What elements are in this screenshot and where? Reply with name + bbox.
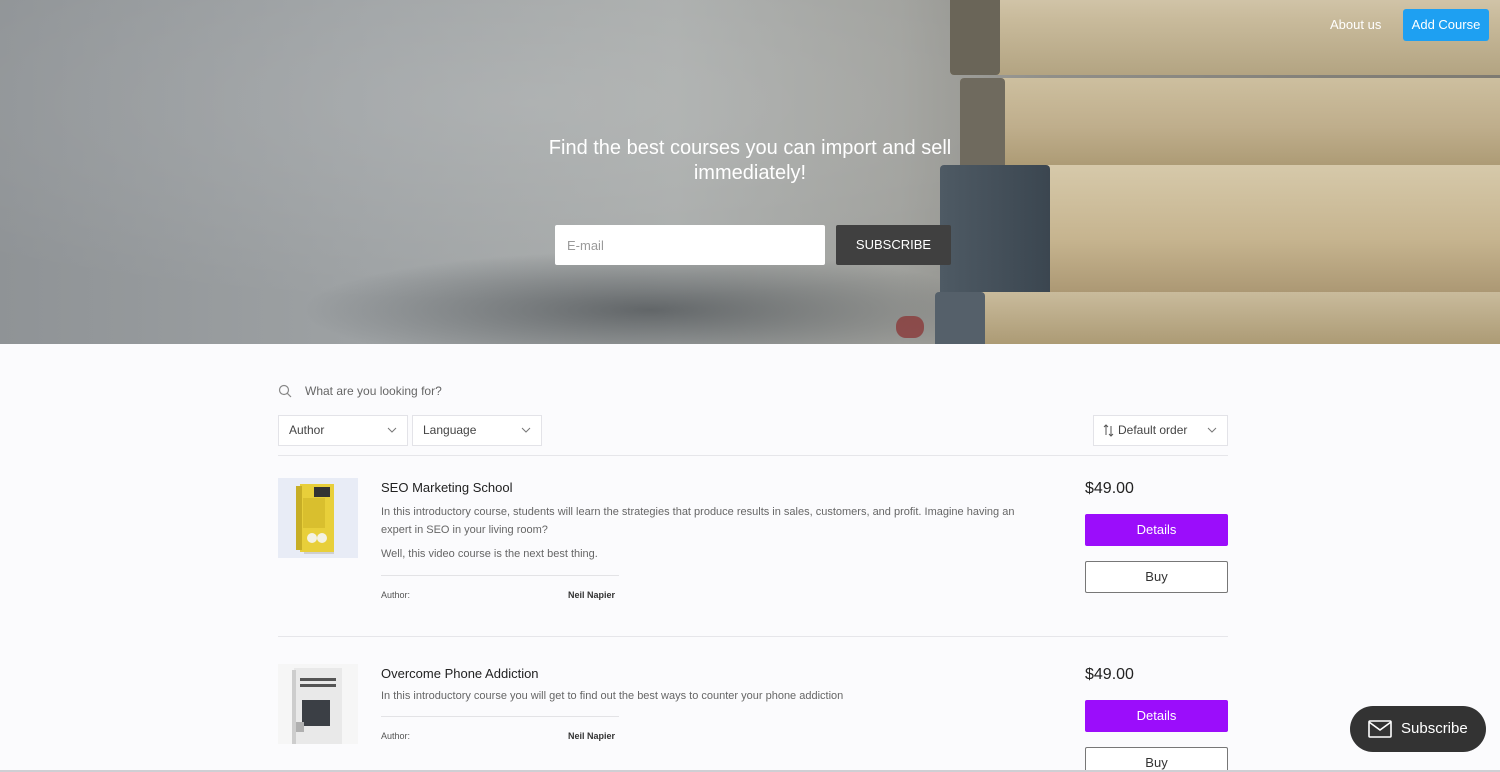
author-label: Author: — [381, 590, 411, 600]
divider — [278, 636, 1228, 637]
course-thumbnail[interactable] — [278, 478, 358, 558]
hero-banner: About us Add Course Find the best course… — [0, 0, 1500, 344]
book-cover-image — [278, 664, 358, 744]
details-button[interactable]: Details — [1085, 514, 1228, 546]
language-filter[interactable]: Language — [412, 415, 542, 446]
book-image — [1040, 165, 1500, 300]
about-us-link[interactable]: About us — [1330, 12, 1381, 38]
course-thumbnail[interactable] — [278, 664, 358, 744]
course-description: In this introductory course, students wi… — [381, 506, 1015, 536]
book-image — [975, 292, 1500, 344]
details-button[interactable]: Details — [1085, 700, 1228, 732]
chevron-down-icon — [387, 427, 397, 433]
divider — [381, 575, 619, 576]
subscribe-button[interactable]: SUBSCRIBE — [836, 225, 951, 265]
course-price: $49.00 — [1085, 666, 1134, 683]
author-name: Neil Napier — [568, 590, 616, 600]
sort-order-label: Default order — [1118, 423, 1188, 437]
author-filter-label: Author — [289, 423, 325, 437]
author-filter[interactable]: Author — [278, 415, 408, 446]
sort-order-select[interactable]: Default order — [1093, 415, 1228, 446]
email-field[interactable] — [555, 225, 825, 265]
course-description: In this introductory course you will get… — [381, 690, 844, 702]
book-spine — [935, 292, 985, 344]
book-image — [960, 78, 1500, 176]
mail-icon — [1368, 720, 1392, 738]
floating-subscribe-label: Subscribe — [1401, 720, 1468, 737]
add-course-button[interactable]: Add Course — [1403, 9, 1489, 41]
chevron-down-icon — [521, 427, 531, 433]
buy-button[interactable]: Buy — [1085, 747, 1228, 772]
background-object — [896, 316, 924, 338]
author-name: Neil Napier — [568, 731, 616, 741]
language-filter-label: Language — [423, 423, 477, 437]
sort-icon — [1103, 424, 1114, 437]
book-spine — [950, 0, 1000, 75]
course-price: $49.00 — [1085, 480, 1134, 497]
hero-title: Find the best courses you can import and… — [548, 137, 952, 184]
search-icon[interactable] — [278, 384, 292, 398]
buy-button[interactable]: Buy — [1085, 561, 1228, 593]
search-input[interactable]: What are you looking for? — [305, 383, 442, 399]
course-title[interactable]: Overcome Phone Addiction — [381, 665, 539, 683]
course-description: Well, this video course is the next best… — [381, 548, 598, 560]
author-label: Author: — [381, 731, 411, 741]
floating-subscribe-button[interactable]: Subscribe — [1350, 706, 1486, 752]
divider — [381, 716, 619, 717]
divider — [278, 455, 1228, 456]
course-title[interactable]: SEO Marketing School — [381, 479, 513, 497]
book-cover-image — [278, 478, 358, 558]
chevron-down-icon — [1207, 427, 1217, 433]
